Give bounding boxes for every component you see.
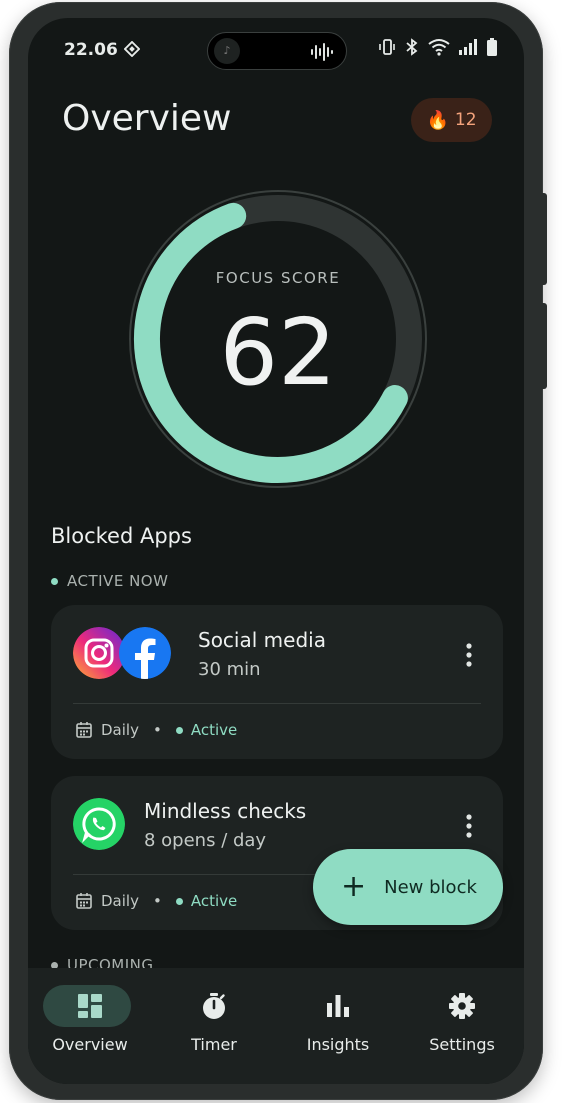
block-limit: 30 min: [198, 659, 261, 680]
volume-button: [541, 193, 547, 285]
block-name: Mindless checks: [144, 799, 307, 823]
nav-label: Timer: [191, 1035, 237, 1054]
stopwatch-icon: [203, 993, 225, 1019]
vibrate-icon: [379, 39, 395, 55]
status-bar: 22.06 ♪: [28, 18, 524, 80]
location-diamond-icon: [124, 41, 140, 57]
nav-item-timer[interactable]: Timer: [152, 968, 276, 1084]
block-limit: 8 opens / day: [144, 830, 267, 851]
bottom-navigation: Overview Timer Insights Settings: [28, 968, 524, 1084]
streak-badge[interactable]: 🔥 12: [411, 98, 492, 142]
section-title-blocked-apps: Blocked Apps: [51, 524, 192, 548]
page-title: Overview: [62, 98, 232, 139]
gear-icon: [449, 993, 475, 1019]
audio-wave-icon: [311, 43, 333, 61]
dynamic-island: ♪: [207, 32, 347, 70]
battery-icon: [487, 38, 497, 56]
status-dot-icon: [175, 897, 183, 905]
instagram-icon: [73, 627, 125, 679]
new-block-label: New block: [384, 876, 477, 898]
block-status: Active: [190, 721, 238, 739]
app-screen: 22.06 ♪ Overview 🔥 12 FOCUS SCORE 62 Blo…: [28, 18, 524, 1084]
active-dot-icon: [51, 577, 58, 585]
group-label-active: ACTIVE NOW: [51, 572, 168, 590]
focus-score-label: FOCUS SCORE: [215, 269, 341, 287]
whatsapp-icon: [73, 798, 125, 850]
facebook-icon: [119, 627, 171, 679]
status-time: 22.06: [64, 40, 118, 60]
wifi-icon: [428, 39, 450, 56]
bar-chart-icon: [327, 995, 349, 1017]
nav-label: Insights: [306, 1035, 370, 1054]
block-name: Social media: [198, 628, 326, 652]
block-schedule: Daily: [101, 892, 139, 910]
new-block-button[interactable]: + New block: [313, 849, 503, 925]
dashboard-icon: [78, 994, 102, 1018]
nav-item-settings[interactable]: Settings: [400, 968, 524, 1084]
block-meta: Daily • Active: [75, 721, 237, 739]
nav-label: Settings: [429, 1035, 495, 1054]
flame-icon: 🔥: [426, 109, 449, 131]
music-note-icon: ♪: [214, 38, 240, 64]
plus-icon: +: [341, 869, 367, 904]
bluetooth-icon: [406, 38, 418, 56]
meta-separator: •: [152, 892, 162, 910]
block-card-social-media[interactable]: Social media 30 min Daily • Active: [51, 605, 503, 759]
signal-icon: [459, 39, 477, 55]
status-dot-icon: [175, 726, 183, 734]
nav-item-insights[interactable]: Insights: [276, 968, 400, 1084]
more-options-icon[interactable]: [459, 641, 479, 669]
block-status: Active: [190, 892, 238, 910]
nav-item-overview[interactable]: Overview: [28, 968, 152, 1084]
status-icons: [378, 38, 498, 56]
more-options-icon[interactable]: [459, 812, 479, 840]
meta-separator: •: [152, 721, 162, 739]
streak-count: 12: [454, 110, 477, 130]
calendar-icon: [76, 893, 92, 909]
nav-label: Overview: [52, 1035, 128, 1054]
focus-score-value: 62: [219, 299, 337, 406]
card-divider: [73, 703, 481, 704]
power-button: [541, 303, 547, 389]
block-schedule: Daily: [101, 721, 139, 739]
block-meta: Daily • Active: [75, 892, 237, 910]
calendar-icon: [76, 722, 92, 738]
